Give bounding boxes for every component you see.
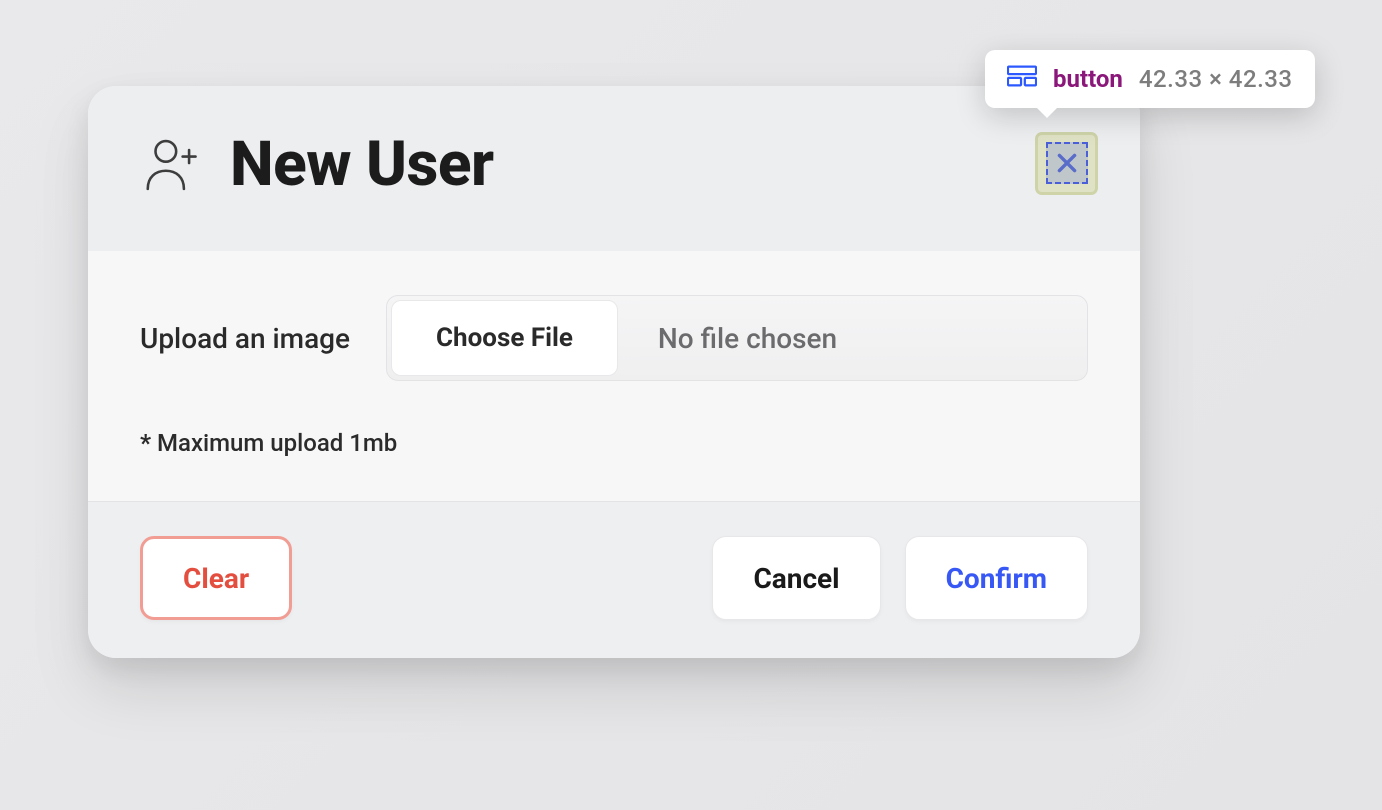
tooltip-element-type: button [1053,65,1123,93]
confirm-button[interactable]: Confirm [905,536,1088,620]
choose-file-button[interactable]: Choose File [391,300,618,376]
close-icon [1054,150,1080,176]
modal-footer: Clear Cancel Confirm [88,501,1140,658]
upload-label: Upload an image [140,322,350,355]
devtools-tooltip: button 42.33 × 42.33 [985,50,1315,108]
upload-hint: * Maximum upload 1mb [140,429,1088,457]
user-plus-icon [140,132,202,198]
new-user-modal: New User Upload an image Choose File No … [88,86,1140,658]
clear-button[interactable]: Clear [140,536,292,620]
modal-body: Upload an image Choose File No file chos… [88,251,1140,501]
hint-asterisk: * [140,429,151,457]
modal-header: New User [88,86,1140,251]
upload-row: Upload an image Choose File No file chos… [140,295,1088,381]
modal-title: New User [230,128,494,201]
cancel-button[interactable]: Cancel [712,536,880,620]
tooltip-dimensions: 42.33 × 42.33 [1139,65,1293,93]
close-button[interactable] [1046,142,1088,184]
file-status-text: No file chosen [622,296,837,380]
file-input[interactable]: Choose File No file chosen [386,295,1088,381]
layout-icon [1007,64,1037,94]
hint-text: Maximum upload 1mb [151,429,397,457]
